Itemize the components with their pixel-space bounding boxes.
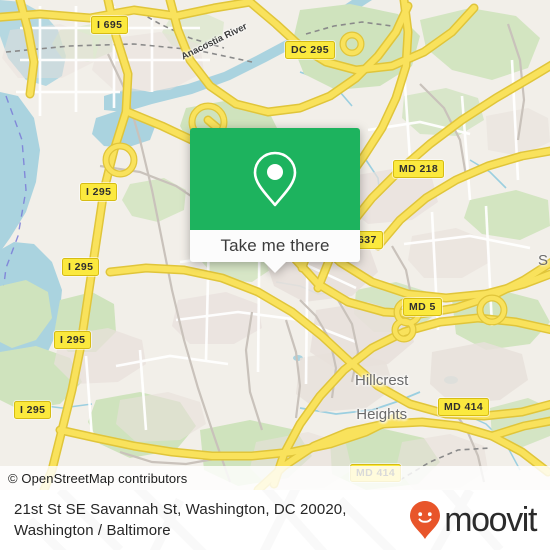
highway-shield-i295-south[interactable]: I 295 <box>54 331 92 349</box>
footer-address-line1: 21st St SE Savannah St, Washington, DC 2… <box>14 501 347 518</box>
map-pin-icon <box>253 151 297 207</box>
footer-address: 21st St SE Savannah St, Washington, DC 2… <box>0 499 346 541</box>
highway-shield-md414-east[interactable]: MD 414 <box>438 398 490 416</box>
moovit-map-screen: Hillcrest Heights S Anacostia River I 69… <box>0 0 550 550</box>
take-me-there-callout[interactable]: Take me there <box>190 128 360 273</box>
footer-address-line2: Washington / Baltimore <box>14 522 171 539</box>
highway-shield-i295-bottom[interactable]: I 295 <box>14 401 52 419</box>
moovit-brand[interactable]: moovit <box>409 500 550 540</box>
moovit-wordmark: moovit <box>444 501 537 539</box>
callout-pointer <box>264 262 286 273</box>
osm-attribution-bar: © OpenStreetMap contributors <box>0 466 550 490</box>
highway-shield-md5[interactable]: MD 5 <box>403 298 442 316</box>
highway-shield-i695[interactable]: I 695 <box>91 16 129 34</box>
moovit-pin-icon <box>410 501 441 539</box>
highway-shield-dc295[interactable]: DC 295 <box>285 41 336 59</box>
take-me-there-label: Take me there <box>220 236 330 255</box>
highway-shield-i295-mid[interactable]: I 295 <box>62 258 100 276</box>
callout-pin-area <box>190 128 360 230</box>
highway-shield-i295-north[interactable]: I 295 <box>80 183 118 201</box>
footer-bar: 21st St SE Savannah St, Washington, DC 2… <box>0 490 550 550</box>
highway-shield-md218[interactable]: MD 218 <box>393 160 445 178</box>
osm-attribution-text[interactable]: © OpenStreetMap contributors <box>0 471 187 486</box>
callout-action-bar[interactable]: Take me there <box>190 230 360 262</box>
map-place-label-edge: S <box>538 252 549 269</box>
